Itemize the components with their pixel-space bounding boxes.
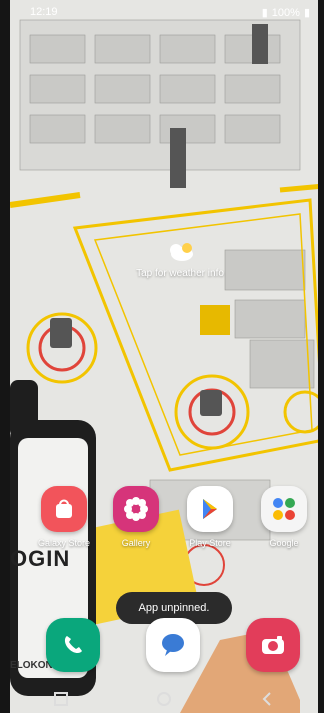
dock-camera[interactable] [246, 618, 300, 672]
weather-icon [166, 240, 194, 262]
battery-text: 100% [271, 6, 300, 19]
app-galaxy-store[interactable]: Galaxy Store [34, 486, 94, 548]
back-icon[interactable] [258, 690, 276, 708]
recent-apps-icon[interactable] [52, 690, 70, 708]
bag-icon [41, 486, 87, 532]
home-screen: OGIN ELOKON 12:19 ▮ 100% ▮ Tap for weath… [0, 0, 324, 713]
app-label: Google [269, 538, 299, 548]
play-store-icon [187, 486, 233, 532]
app-label: Galaxy Store [37, 538, 91, 548]
google-folder-icon [261, 486, 307, 532]
camera-icon [262, 636, 284, 654]
phone-icon [64, 636, 82, 654]
dock-messages[interactable] [146, 618, 200, 672]
message-icon [162, 634, 184, 656]
app-gallery[interactable]: Gallery [106, 486, 166, 548]
app-play-store[interactable]: Play Store [180, 486, 240, 548]
background-login-text: OGIN [10, 546, 71, 571]
app-google-folder[interactable]: Google [254, 486, 314, 548]
app-label: Play Store [189, 538, 231, 548]
signal-icon: ▮ [261, 7, 268, 19]
flower-icon [113, 486, 159, 532]
background-brand-text: ELOKON [10, 660, 53, 671]
weather-widget[interactable]: Tap for weather info [120, 240, 240, 279]
left-bezel [0, 0, 10, 713]
dock-phone[interactable] [46, 618, 100, 672]
app-label: Gallery [121, 538, 151, 548]
status-time: 12:19 [30, 6, 58, 18]
weather-label: Tap for weather info [136, 268, 224, 279]
navigation-bar [10, 685, 318, 713]
home-icon[interactable] [155, 690, 173, 708]
status-bar: 12:19 ▮ 100% ▮ [10, 0, 318, 24]
battery-icon: ▮ [303, 7, 310, 19]
right-bezel [318, 0, 324, 713]
